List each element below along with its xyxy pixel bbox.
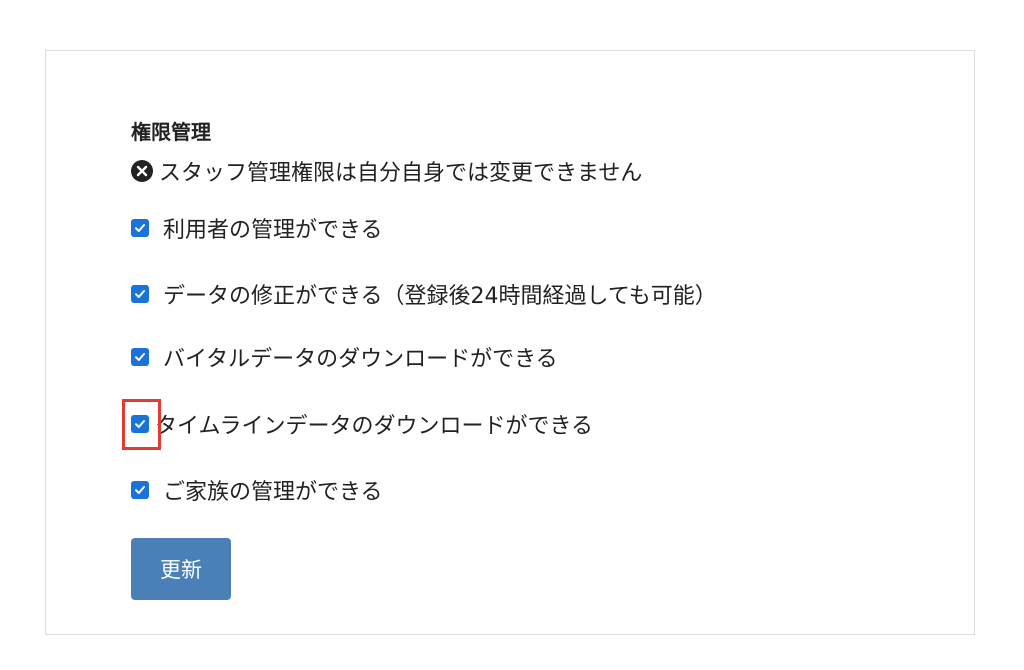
close-circle-icon (131, 160, 153, 182)
permission-label: ご家族の管理ができる (163, 480, 383, 505)
permission-label: データの修正ができる（登録後24時間経過しても可能） (163, 284, 717, 309)
permission-row-edit-data: データの修正ができる（登録後24時間経過しても可能） (131, 278, 717, 310)
checkbox-manage-users[interactable] (131, 219, 149, 237)
update-button[interactable]: 更新 (131, 538, 231, 600)
checkbox-manage-family[interactable] (131, 481, 149, 499)
permission-label: 利用者の管理ができる (163, 218, 383, 243)
permission-row-manage-family: ご家族の管理ができる (131, 474, 383, 506)
checkbox-download-vital[interactable] (131, 348, 149, 366)
permission-row-download-timeline: タイムラインデータのダウンロードができる (131, 408, 593, 440)
notice-text: スタッフ管理権限は自分自身では変更できません (159, 161, 643, 186)
checkbox-edit-data[interactable] (131, 285, 149, 303)
permission-label: タイムラインデータのダウンロードができる (155, 414, 594, 439)
checkbox-download-timeline[interactable] (131, 415, 149, 433)
permission-row-manage-users: 利用者の管理ができる (131, 212, 383, 244)
permission-label: バイタルデータのダウンロードができる (163, 347, 558, 372)
notice-message: スタッフ管理権限は自分自身では変更できません (131, 156, 642, 186)
permission-row-download-vital: バイタルデータのダウンロードができる (131, 341, 558, 373)
section-title: 権限管理 (131, 120, 211, 144)
